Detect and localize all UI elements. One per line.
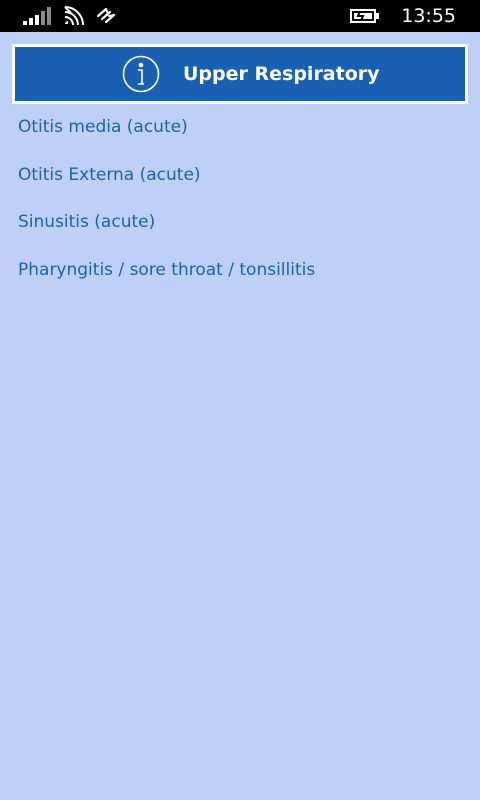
topic-link-otitis-media[interactable]: Otitis media (acute) — [18, 104, 468, 152]
wifi-icon — [62, 6, 88, 30]
data-switch-icon — [94, 6, 118, 30]
status-bar: 13:55 — [0, 0, 480, 32]
topic-link-pharyngitis[interactable]: Pharyngitis / sore throat / tonsillitis — [18, 247, 468, 295]
info-icon — [121, 54, 161, 94]
signal-bars-icon — [22, 6, 54, 30]
section-title: Upper Respiratory — [183, 63, 380, 85]
status-clock: 13:55 — [401, 5, 456, 27]
topic-link-sinusitis[interactable]: Sinusitis (acute) — [18, 199, 468, 247]
battery-charging-icon — [350, 8, 380, 28]
topic-list: Otitis media (acute) Otitis Externa (acu… — [18, 104, 468, 294]
section-header-button[interactable]: Upper Respiratory — [12, 44, 468, 104]
topic-link-otitis-externa[interactable]: Otitis Externa (acute) — [18, 152, 468, 200]
